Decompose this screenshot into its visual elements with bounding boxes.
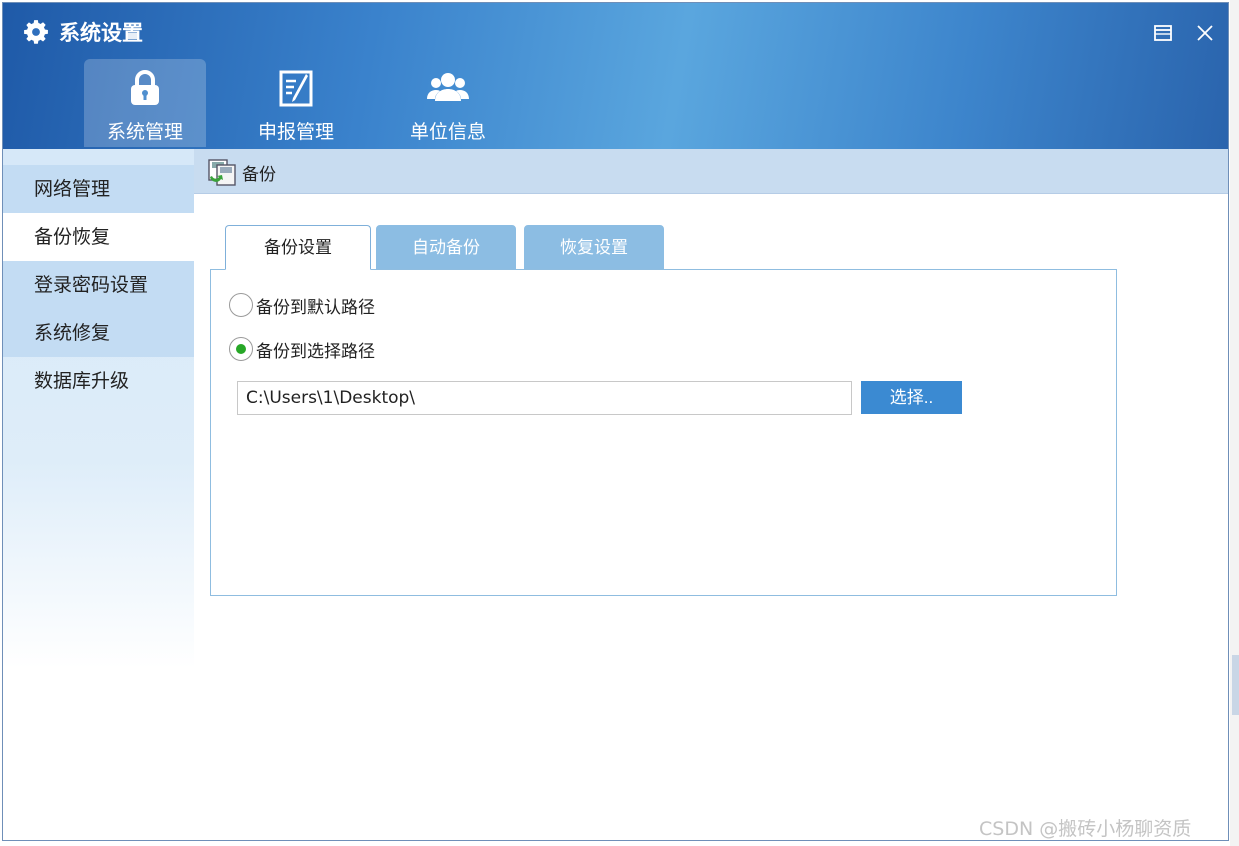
- radio-label: 备份到选择路径: [256, 341, 375, 362]
- nav-label: 申报管理: [257, 121, 334, 143]
- nav-label: 系统管理: [106, 121, 183, 143]
- content-header: 备份: [194, 149, 1228, 194]
- nav-unit-info[interactable]: 单位信息: [387, 59, 509, 147]
- title-bar: 系统设置 系统管理 申报管理 单位信息: [3, 3, 1228, 149]
- nav-declaration-management[interactable]: 申报管理: [235, 59, 357, 147]
- sidebar-item-system-repair[interactable]: 系统修复: [3, 309, 194, 357]
- backup-settings-panel: [210, 269, 1117, 596]
- sidebar-item-network[interactable]: 网络管理: [3, 165, 194, 213]
- content-title: 备份: [242, 165, 276, 185]
- sidebar: 网络管理 备份恢复 登录密码设置 系统修复 数据库升级: [3, 149, 194, 840]
- backup-icon: [208, 159, 236, 186]
- nav-label: 单位信息: [409, 121, 486, 143]
- users-icon: [427, 73, 469, 101]
- radio-selected-path[interactable]: 备份到选择路径: [229, 337, 375, 362]
- watermark: CSDN @搬砖小杨聊资质: [979, 818, 1192, 840]
- tab-auto-backup[interactable]: 自动备份: [376, 225, 516, 270]
- window-title: 系统设置: [59, 21, 143, 45]
- restore-window-icon[interactable]: [1151, 21, 1175, 45]
- radio-button[interactable]: [229, 337, 253, 361]
- settings-window: 系统设置 系统管理 申报管理 单位信息 网络管理 备份恢复 登录密码设置 系统修…: [2, 2, 1229, 841]
- edit-document-icon: [279, 70, 313, 107]
- lock-icon: [131, 70, 159, 105]
- radio-selected-dot: [236, 344, 246, 354]
- close-icon[interactable]: [1193, 21, 1217, 45]
- choose-path-button[interactable]: 选择..: [861, 381, 962, 414]
- radio-default-path[interactable]: 备份到默认路径: [229, 293, 375, 318]
- gear-icon: [24, 20, 48, 44]
- sidebar-item-login-password[interactable]: 登录密码设置: [3, 261, 194, 309]
- backup-path-input[interactable]: [237, 381, 852, 415]
- tab-restore-settings[interactable]: 恢复设置: [524, 225, 664, 270]
- sidebar-item-database-upgrade[interactable]: 数据库升级: [3, 357, 194, 405]
- sidebar-item-backup-restore[interactable]: 备份恢复: [3, 213, 194, 261]
- radio-button[interactable]: [229, 293, 253, 317]
- backdrop-fragment: [1232, 655, 1239, 715]
- radio-label: 备份到默认路径: [256, 297, 375, 318]
- nav-system-management[interactable]: 系统管理: [84, 59, 206, 147]
- tab-backup-settings[interactable]: 备份设置: [225, 225, 371, 270]
- desktop-backdrop: [1230, 0, 1239, 846]
